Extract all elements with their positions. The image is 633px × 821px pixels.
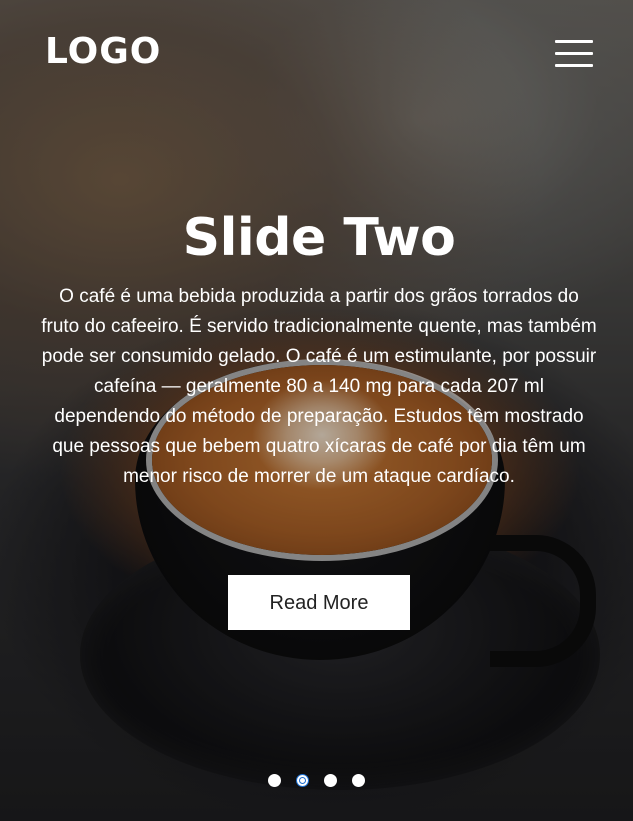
read-more-button[interactable]: Read More [228,575,410,630]
slide-content: Slide Two O café é uma bebida produzida … [40,200,598,492]
menu-line [555,40,593,43]
menu-line [555,52,593,55]
hero-slider: LOGO Slide Two O café é uma bebida produ… [0,0,633,821]
logo[interactable]: LOGO [45,31,161,72]
carousel-indicators [268,774,365,788]
menu-line [555,64,593,67]
hamburger-menu-icon[interactable] [555,40,593,68]
carousel-dot-3[interactable] [324,774,337,787]
slide-title: Slide Two [182,208,456,268]
carousel-dot-1[interactable] [268,774,281,787]
carousel-dot-4[interactable] [352,774,365,787]
carousel-dot-2[interactable] [296,774,309,787]
slide-description: O café é uma bebida produzida a partir d… [41,286,597,487]
